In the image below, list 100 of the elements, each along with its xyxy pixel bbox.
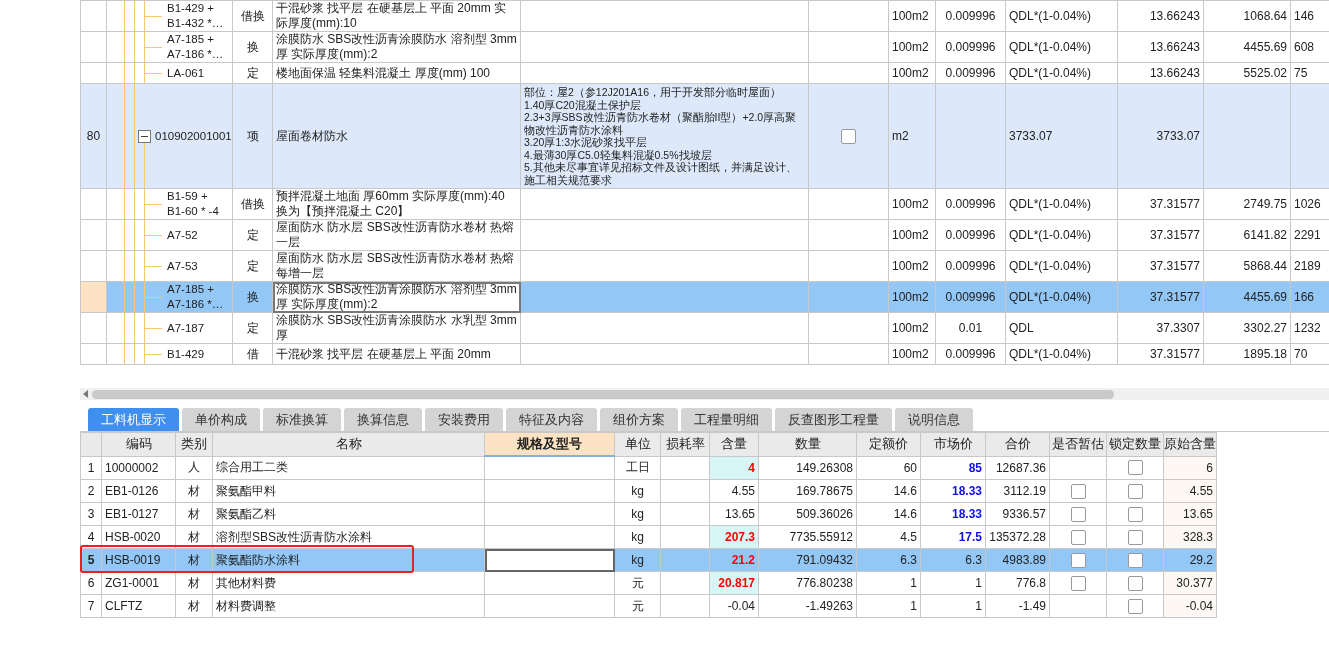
checkbox[interactable] — [1070, 506, 1086, 522]
column-header[interactable]: 原始含量 — [1163, 432, 1217, 456]
item-name: 屋面防水 防水层 SBS改性沥青防水卷材 热熔一层 — [272, 219, 521, 251]
row-number: 6 — [87, 576, 95, 590]
table-row[interactable]: 3 EB1-0127 材 聚氨酯乙料 kg 13.65 509.36026 14.6 18.33 9336.57 13.65 — [80, 502, 1217, 526]
horizontal-scrollbar[interactable] — [80, 388, 1329, 400]
column-header[interactable]: 是否暂估 — [1049, 432, 1107, 456]
table-row[interactable]: A7-52 定 屋面防水 防水层 SBS改性沥青防水卷材 热熔一层 100m2 0.009996 QDL*(1-0.04%) 37.31577 6141.82 2291 — [80, 219, 1329, 251]
table-row[interactable]: B1-59 + B1-60 * -4 借换 预拌混凝土地面 厚60mm 实际厚度(mm):40 换为【预拌混凝土 C20】 100m2 0.009996 QDL*(1-0.04%) 37.31577 2749.75 1026 — [80, 188, 1329, 220]
checkbox[interactable] — [1127, 529, 1143, 545]
column-header[interactable]: 名称 — [212, 432, 485, 456]
unit: m2 — [888, 83, 936, 189]
table-row[interactable]: A7-53 定 屋面防水 防水层 SBS改性沥青防水卷材 热熔每增一层 100m2 0.009996 QDL*(1-0.04%) 37.31577 5868.44 2189 — [80, 250, 1329, 282]
checkbox[interactable] — [1127, 575, 1143, 591]
column-header[interactable]: 单位 — [614, 432, 661, 456]
table-row[interactable]: B1-429 借 干混砂浆 找平层 在硬基层上 平面 20mm 100m2 0.009996 QDL*(1-0.04%) 37.31577 1895.18 70 — [80, 343, 1329, 365]
quota-price: 60 — [856, 456, 921, 480]
item-name: 涂膜防水 SBS改性沥青涂膜防水 溶剂型 3mm厚 实际厚度(mm):2 — [272, 31, 521, 63]
unit-price: 3302.27 — [1203, 312, 1291, 344]
resource-type: 材 — [175, 479, 213, 503]
checkbox[interactable] — [1127, 598, 1143, 614]
table-row[interactable]: LA-061 定 楼地面保温 轻集料混凝土 厚度(mm) 100 100m2 0.009996 QDL*(1-0.04%) 13.66243 5525.02 75 — [80, 62, 1329, 84]
table-row[interactable]: 1 10000002 人 综合用工二类 工日 4 149.26308 60 85 12687.36 6 — [80, 456, 1217, 480]
content: 13.65 — [709, 502, 759, 526]
row-number: 3 — [87, 507, 95, 521]
tab[interactable]: 组价方案 — [600, 408, 678, 431]
item-code: 010902001001 — [155, 128, 232, 144]
market-price: 17.5 — [920, 525, 986, 549]
item-code: A7-53 — [106, 250, 233, 282]
table-row[interactable]: 2 EB1-0126 材 聚氨酯甲料 kg 4.55 169.78675 14.6 18.33 3112.19 4.55 — [80, 479, 1217, 503]
quota-price: 4.5 — [856, 525, 921, 549]
tab[interactable]: 工程量明细 — [681, 408, 772, 431]
market-price: 18.33 — [920, 502, 986, 526]
quantity: 37.31577 — [1117, 219, 1204, 251]
tab[interactable]: 换算信息 — [344, 408, 422, 431]
item-type: 定 — [232, 219, 273, 251]
tab[interactable]: 反查图形工程量 — [775, 408, 892, 431]
checkbox[interactable] — [1070, 529, 1086, 545]
content: 0.009996 — [935, 219, 1006, 251]
total-price: 12687.36 — [985, 456, 1050, 480]
table-row[interactable]: 6 ZG1-0001 材 其他材料费 元 20.817 776.80238 1 1 776.8 30.377 — [80, 571, 1217, 595]
unit: 100m2 — [888, 62, 936, 84]
quantity: 37.31577 — [1117, 343, 1204, 365]
market-price: 1 — [920, 571, 986, 595]
column-header[interactable]: 规格及型号 — [484, 432, 615, 456]
checkbox[interactable] — [1070, 552, 1086, 568]
unit: 100m2 — [888, 31, 936, 63]
checkbox[interactable] — [1127, 552, 1143, 568]
quantity-formula: QDL*(1-0.04%) — [1005, 62, 1118, 84]
resource-code: EB1-0126 — [101, 479, 176, 503]
table-row[interactable] — [80, 83, 1329, 189]
tab[interactable]: 标准换算 — [263, 408, 341, 431]
table-row[interactable]: A7-187 定 涂膜防水 SBS改性沥青涂膜防水 水乳型 3mm厚 100m2 0.01 QDL 37.3307 3302.27 1232 — [80, 312, 1329, 344]
column-header[interactable]: 数量 — [758, 432, 857, 456]
resource-type: 人 — [175, 456, 213, 480]
tab[interactable]: 安装费用 — [425, 408, 503, 431]
table-row[interactable]: A7-185 + A7-186 *… 换 涂膜防水 SBS改性沥青涂膜防水 溶剂型 3mm厚 实际厚度(mm):2 100m2 0.009996 QDL*(1-0.04%) 13.66243 4455.69 608 — [80, 31, 1329, 63]
checkbox[interactable] — [1127, 483, 1143, 499]
quantity-formula: QDL*(1-0.04%) — [1005, 0, 1118, 32]
tab[interactable]: 单价构成 — [182, 408, 260, 431]
checkbox[interactable] — [1070, 575, 1086, 591]
resource-code: EB1-0127 — [101, 502, 176, 526]
column-header[interactable]: 锁定数量 — [1106, 432, 1164, 456]
content: 0.009996 — [935, 188, 1006, 220]
item-code: A7-187 — [106, 312, 233, 344]
column-header[interactable]: 类别 — [175, 432, 213, 456]
checkbox[interactable] — [1127, 506, 1143, 522]
column-header[interactable]: 合价 — [985, 432, 1050, 456]
spec-field[interactable] — [484, 548, 615, 572]
table-row[interactable]: 5 HSB-0019 材 聚氨酯防水涂料 kg 21.2 791.09432 6.3 6.3 4983.89 29.2 — [80, 548, 1217, 572]
quantity-formula: QDL*(1-0.04%) — [1005, 281, 1118, 313]
checkbox[interactable] — [1127, 460, 1143, 476]
quantity: 776.80238 — [758, 571, 857, 595]
checkbox[interactable] — [1070, 483, 1086, 499]
collapse-toggle[interactable] — [138, 129, 151, 143]
quantity: 37.31577 — [1117, 281, 1204, 313]
item-code: B1-429 + B1-432 *… — [106, 0, 233, 32]
checkbox[interactable] — [841, 128, 856, 144]
market-price: 18.33 — [920, 479, 986, 503]
total-price: 135372.28 — [985, 525, 1050, 549]
column-header[interactable]: 编码 — [101, 432, 176, 456]
quantity-formula: QDL*(1-0.04%) — [1005, 219, 1118, 251]
item-code: A7-185 + A7-186 *… — [106, 281, 233, 313]
tab[interactable]: 说明信息 — [895, 408, 973, 431]
quantity: 7735.55912 — [758, 525, 857, 549]
column-header[interactable]: 市场价 — [920, 432, 986, 456]
item-type: 借换 — [232, 0, 273, 32]
resource-code: CLFTZ — [101, 594, 176, 618]
table-row[interactable]: 7 CLFTZ 材 材料费调整 元 -0.04 -1.49263 1 1 -1.49 -0.04 — [80, 594, 1217, 618]
column-header[interactable]: 含量 — [709, 432, 759, 456]
column-header[interactable]: 损耗率 — [660, 432, 710, 456]
item-name: 屋面卷材防水 — [272, 83, 521, 189]
table-row[interactable]: 4 HSB-0020 材 溶剂型SBS改性沥青防水涂料 kg 207.3 7735.55912 4.5 17.5 135372.28 328.3 — [80, 525, 1217, 549]
unit-price: 2749.75 — [1203, 188, 1291, 220]
item-name: 干混砂浆 找平层 在硬基层上 平面 20mm — [272, 343, 521, 365]
tab[interactable]: 特征及内容 — [506, 408, 597, 431]
column-header[interactable]: 定额价 — [856, 432, 921, 456]
quantity: 37.31577 — [1117, 250, 1204, 282]
quantity-formula: QDL*(1-0.04%) — [1005, 188, 1118, 220]
quantity-formula: QDL — [1005, 312, 1118, 344]
